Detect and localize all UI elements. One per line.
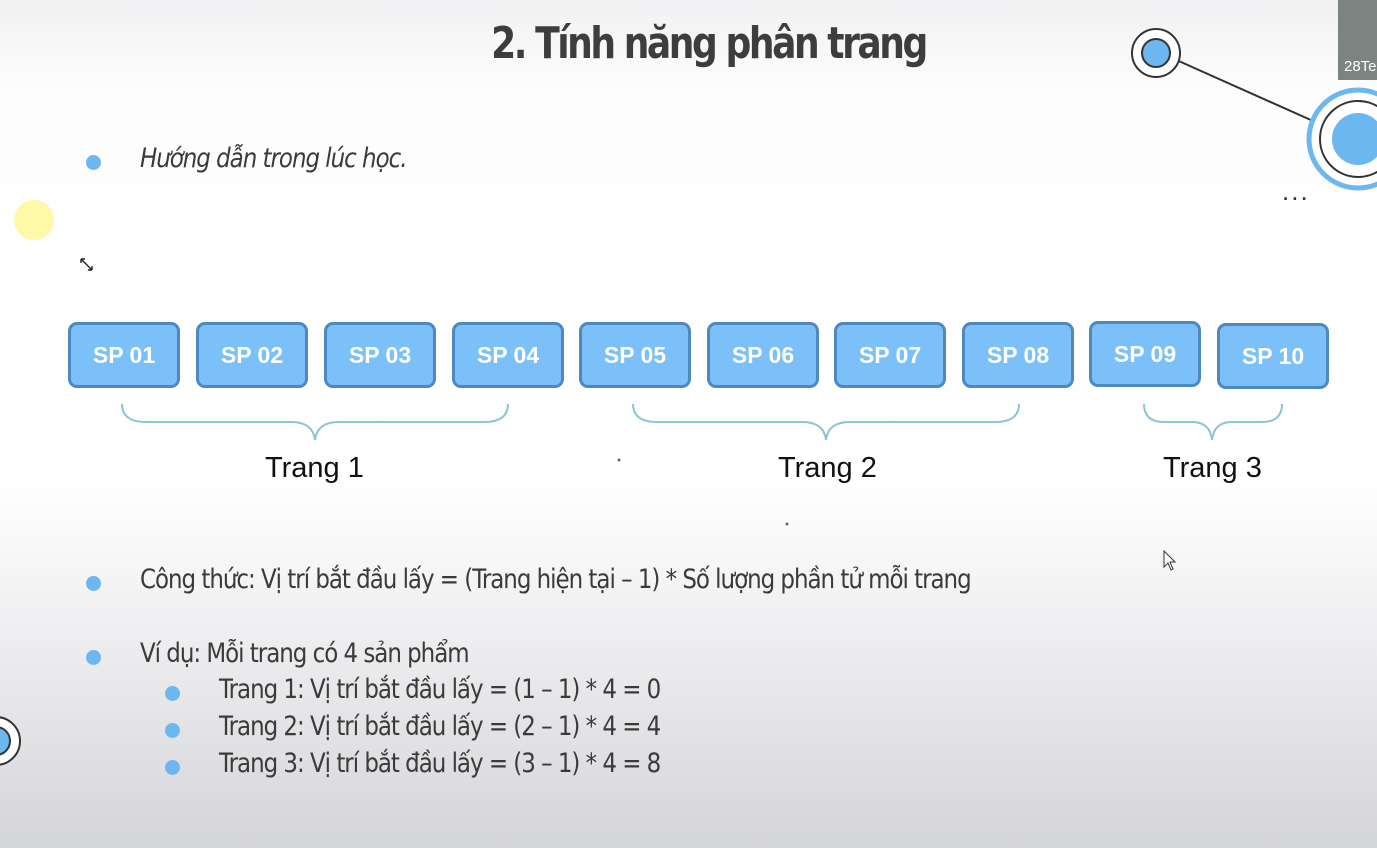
slide-decoration [0,28,1377,766]
product-box-2: SP 02 [196,322,308,388]
product-box-8: SP 08 [962,322,1074,388]
sub-bullet-dot [165,760,180,775]
sub-bullet-dot [165,723,180,738]
page-label-3: Trang 3 [1163,452,1262,484]
brace-page-2 [632,403,1020,441]
bullet-dot [86,650,101,665]
brace-page-3 [1143,403,1283,441]
sub-bullet-dot [165,686,180,701]
product-box-3: SP 03 [324,322,436,388]
more-options-icon[interactable]: ... [1282,176,1310,207]
page-label-1: Trang 1 [265,452,364,484]
webcam-thumbnail[interactable]: 28Te [1338,0,1377,80]
example-text: Ví dụ: Mỗi trang có 4 sản phẩm [140,638,470,669]
resize-cursor-icon [80,258,93,271]
example-item-1: Trang 1: Vị trí bắt đầu lấy = (1 – 1) * … [219,674,661,705]
product-box-6: SP 06 [707,322,819,388]
cursor-highlight [14,200,54,240]
slide-title: 2. Tính năng phân trang [491,18,928,69]
mouse-pointer-icon [1163,549,1177,571]
product-box-1: SP 01 [68,322,180,388]
brace-page-1 [121,403,509,441]
page-label-2: Trang 2 [778,452,877,484]
bullet-dot [86,576,101,591]
product-box-7: SP 07 [834,322,946,388]
example-item-3: Trang 3: Vị trí bắt đầu lấy = (3 – 1) * … [219,748,661,779]
bullet-dot [86,155,101,170]
example-item-2: Trang 2: Vị trí bắt đầu lấy = (2 – 1) * … [219,711,661,742]
webcam-label: 28Te [1344,58,1377,75]
product-box-5: SP 05 [579,322,691,388]
product-box-9: SP 09 [1089,321,1201,387]
product-box-4: SP 04 [452,322,564,388]
intro-text: Hướng dẫn trong lúc học. [140,143,407,174]
product-box-10: SP 10 [1217,323,1329,389]
formula-text: Công thức: Vị trí bắt đầu lấy = (Trang h… [140,564,972,595]
